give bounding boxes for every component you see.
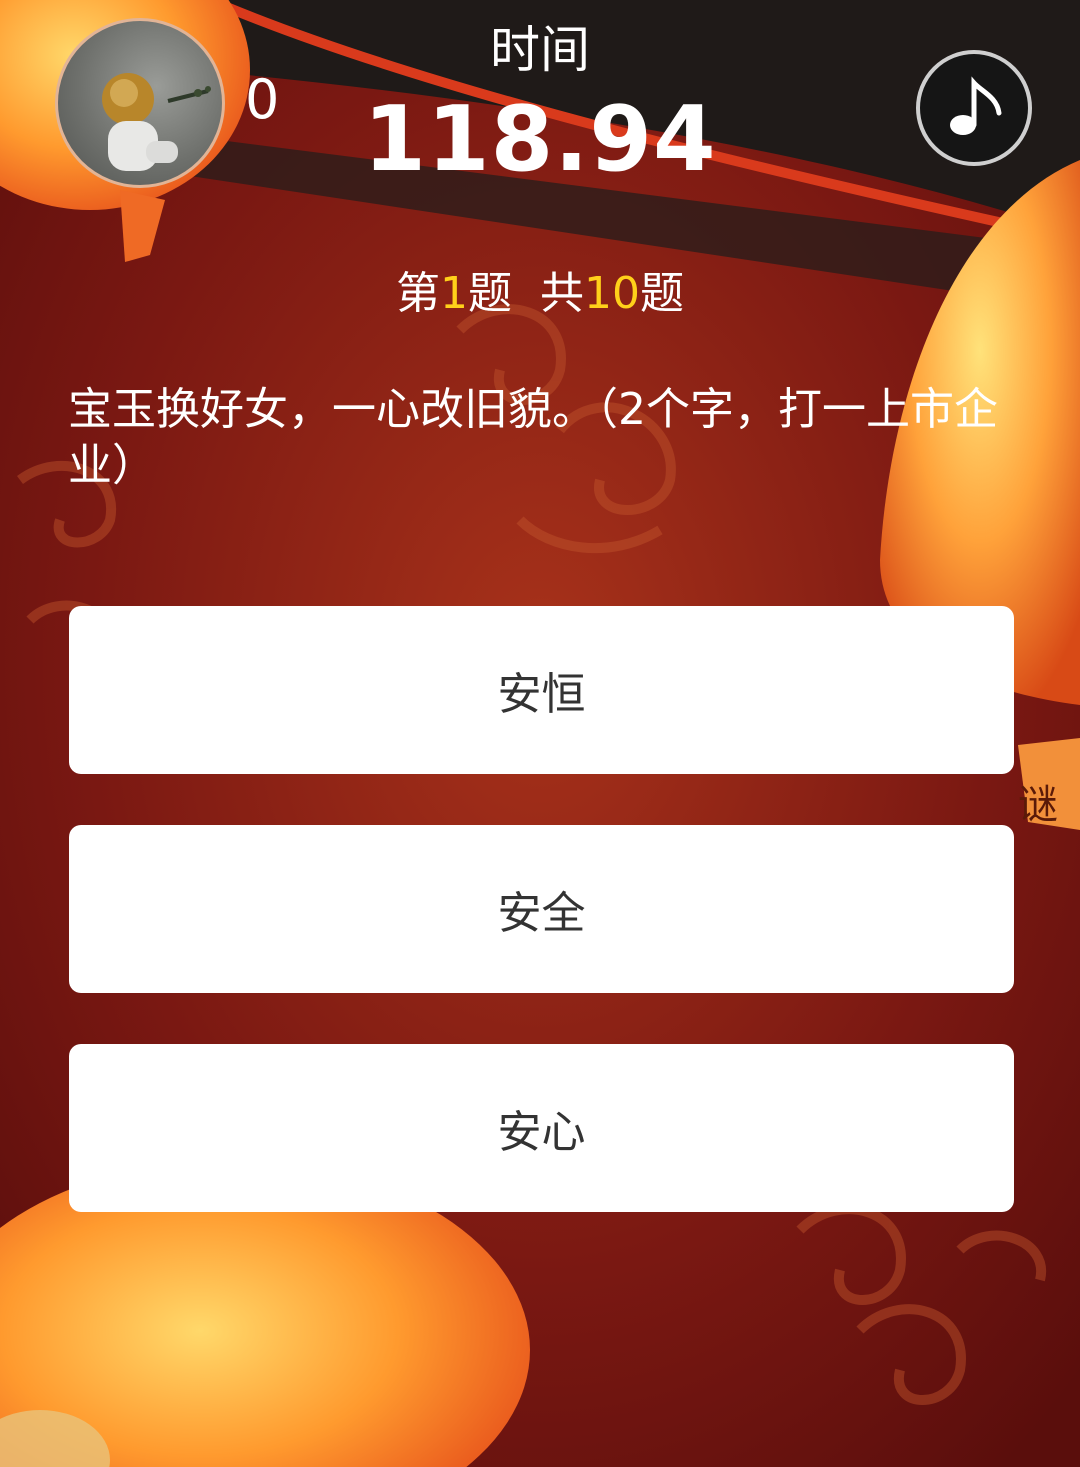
question-progress: 第1题 共10题: [0, 266, 1080, 322]
option-button-2[interactable]: 安全: [69, 825, 1014, 993]
progress-mid: 题 共: [468, 268, 584, 319]
total-question-number: 10: [583, 268, 640, 319]
lantern-tag: 谜: [1018, 782, 1058, 828]
progress-suffix: 题: [639, 268, 684, 319]
current-question-number: 1: [440, 268, 468, 319]
music-button[interactable]: [916, 50, 1032, 166]
progress-prefix: 第: [396, 268, 440, 319]
music-note-icon: [950, 76, 1002, 135]
option-button-1[interactable]: 安恒: [69, 606, 1014, 774]
time-label: 时间: [490, 21, 590, 79]
question-text: 宝玉换好女，一心改旧貌。（2个字，打一上市企业）: [68, 384, 998, 491]
option-button-3[interactable]: 安心: [69, 1044, 1014, 1212]
